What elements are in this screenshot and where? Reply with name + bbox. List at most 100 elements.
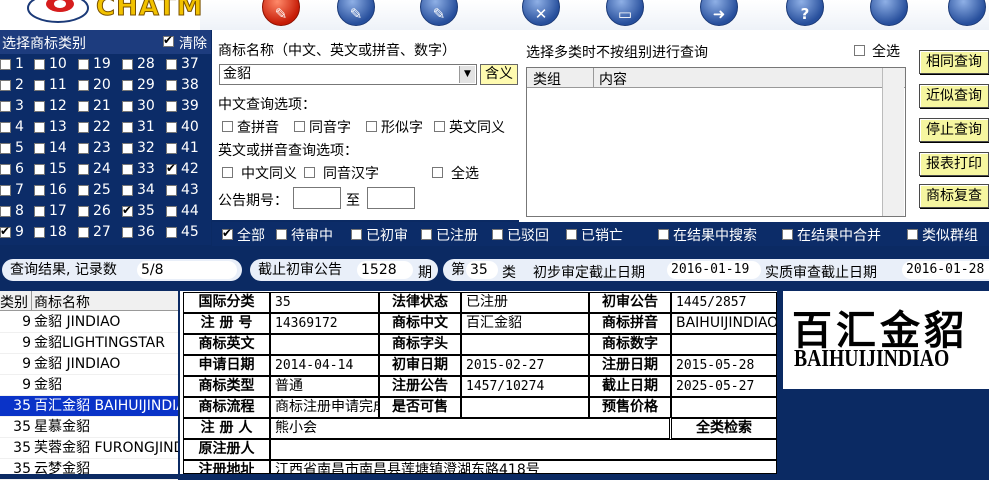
chevron-down-icon[interactable]: ▼: [459, 66, 475, 83]
category-checkbox[interactable]: [78, 59, 89, 70]
category-checkbox[interactable]: [0, 143, 11, 154]
category-23[interactable]: 23: [78, 139, 122, 159]
filter-checkbox[interactable]: [421, 229, 432, 240]
category-31[interactable]: 31: [122, 118, 166, 138]
category-checkbox[interactable]: [0, 80, 11, 91]
category-checkbox[interactable]: [122, 122, 133, 133]
category-checkbox[interactable]: [0, 59, 11, 70]
category-checkbox[interactable]: [166, 80, 177, 91]
tools-icon[interactable]: ✕: [522, 0, 560, 26]
select-all-label[interactable]: 全选: [872, 41, 900, 61]
category-checkbox[interactable]: [34, 227, 45, 238]
filter-checkbox[interactable]: [907, 229, 918, 240]
category-checkbox[interactable]: [122, 227, 133, 238]
category-checkbox[interactable]: [166, 101, 177, 112]
filter-checkbox[interactable]: [782, 229, 793, 240]
side-button-4[interactable]: 商标复查: [919, 184, 989, 208]
category-17[interactable]: 17: [34, 202, 78, 222]
category-42[interactable]: 42: [166, 160, 210, 180]
category-checkbox[interactable]: [122, 80, 133, 91]
category-checkbox[interactable]: [78, 122, 89, 133]
category-checkbox[interactable]: [166, 59, 177, 70]
category-26[interactable]: 26: [78, 202, 122, 222]
result-row[interactable]: 9 金貂LIGHTINGSTAR: [0, 333, 178, 354]
keyboard-icon[interactable]: ▭: [606, 0, 644, 26]
category-checkbox[interactable]: [34, 101, 45, 112]
category-checkbox[interactable]: [166, 185, 177, 196]
filter-checkbox[interactable]: [276, 229, 287, 240]
category-checkbox[interactable]: [78, 143, 89, 154]
category-checkbox[interactable]: [122, 164, 133, 175]
category-checkbox[interactable]: [78, 206, 89, 217]
category-checkbox[interactable]: [78, 101, 89, 112]
category-checkbox[interactable]: [78, 227, 89, 238]
category-21[interactable]: 21: [78, 97, 122, 117]
category-39[interactable]: 39: [166, 97, 210, 117]
category-43[interactable]: 43: [166, 181, 210, 201]
category-27[interactable]: 27: [78, 223, 122, 243]
category-checkbox[interactable]: [122, 59, 133, 70]
category-24[interactable]: 24: [78, 160, 122, 180]
category-25[interactable]: 25: [78, 181, 122, 201]
category-checkbox[interactable]: [34, 80, 45, 91]
option-checkbox[interactable]: [432, 167, 443, 178]
side-button-1[interactable]: 近似查询: [919, 84, 989, 108]
category-checkbox[interactable]: [0, 164, 11, 175]
option-checkbox[interactable]: [366, 121, 377, 132]
category-checkbox[interactable]: [34, 59, 45, 70]
filter-checkbox[interactable]: [351, 229, 362, 240]
side-button-0[interactable]: 相同查询: [919, 50, 989, 74]
category-32[interactable]: 32: [122, 139, 166, 159]
category-checkbox[interactable]: [78, 80, 89, 91]
category-13[interactable]: 13: [34, 118, 78, 138]
category-checkbox[interactable]: [122, 143, 133, 154]
category-16[interactable]: 16: [34, 181, 78, 201]
select-all-checkbox[interactable]: [854, 45, 865, 56]
category-checkbox[interactable]: [78, 164, 89, 175]
pen-icon[interactable]: ✎: [262, 0, 300, 26]
category-checkbox[interactable]: [122, 185, 133, 196]
result-row[interactable]: 35 云梦金貂: [0, 459, 178, 480]
category-44[interactable]: 44: [166, 202, 210, 222]
category-checkbox[interactable]: [166, 227, 177, 238]
category-28[interactable]: 28: [122, 55, 166, 75]
category-checkbox[interactable]: [0, 206, 11, 217]
side-button-2[interactable]: 停止查询: [919, 118, 989, 142]
category-29[interactable]: 29: [122, 76, 166, 96]
category-36[interactable]: 36: [122, 223, 166, 243]
group-table[interactable]: 类组 内容: [526, 67, 906, 217]
category-38[interactable]: 38: [166, 76, 210, 96]
option-checkbox[interactable]: [222, 167, 233, 178]
category-41[interactable]: 41: [166, 139, 210, 159]
category-checkbox[interactable]: [34, 164, 45, 175]
result-row[interactable]: 9 金貂 JINDIAO: [0, 312, 178, 333]
pen-icon[interactable]: ✎: [420, 0, 458, 26]
category-checkbox[interactable]: [0, 122, 11, 133]
filter-checkbox[interactable]: [658, 229, 669, 240]
category-15[interactable]: 15: [34, 160, 78, 180]
help-icon[interactable]: ?: [786, 0, 824, 26]
category-33[interactable]: 33: [122, 160, 166, 180]
option-checkbox[interactable]: [434, 121, 445, 132]
category-14[interactable]: 14: [34, 139, 78, 159]
category-10[interactable]: 10: [34, 55, 78, 75]
pen-icon[interactable]: ✎: [337, 0, 375, 26]
filter-checkbox[interactable]: [566, 229, 577, 240]
category-checkbox[interactable]: [0, 224, 11, 238]
side-button-3[interactable]: 报表打印: [919, 152, 989, 176]
clear-label[interactable]: 清除: [179, 33, 207, 53]
category-checkbox[interactable]: [166, 122, 177, 133]
category-checkbox[interactable]: [0, 101, 11, 112]
category-18[interactable]: 18: [34, 223, 78, 243]
category-45[interactable]: 45: [166, 223, 210, 243]
category-checkbox[interactable]: [78, 185, 89, 196]
result-row[interactable]: 9 金貂 JINDIAO: [0, 354, 178, 375]
result-list[interactable]: 类别 商标名称 9 金貂 JINDIAO 9 金貂LIGHTINGSTAR 9 金貂 JI…: [0, 291, 178, 480]
group-table-scrollbar[interactable]: [882, 68, 904, 216]
category-40[interactable]: 40: [166, 118, 210, 138]
filter-checkbox[interactable]: [222, 226, 233, 240]
option-checkbox[interactable]: [294, 121, 305, 132]
category-checkbox[interactable]: [0, 185, 11, 196]
result-row[interactable]: 35芙蓉金貂 FURONGJINDIAO: [0, 438, 178, 459]
result-row[interactable]: 9 金貂: [0, 375, 178, 396]
